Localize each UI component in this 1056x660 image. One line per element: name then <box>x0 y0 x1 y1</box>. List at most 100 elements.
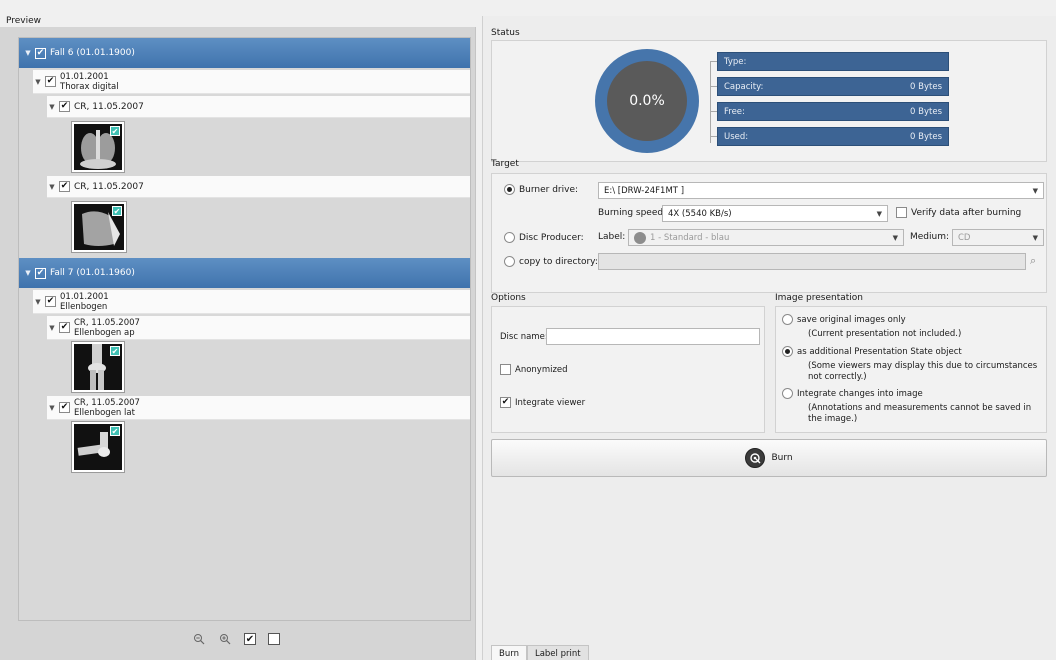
burner-drive-radio[interactable] <box>504 184 515 195</box>
presentation-state-radio[interactable] <box>782 346 793 357</box>
zoom-out-icon[interactable] <box>192 632 206 646</box>
target-title: Target <box>491 159 519 169</box>
verify-option[interactable]: Verify data after burning <box>896 207 1021 218</box>
expand-arrow-icon[interactable]: ▼ <box>23 269 33 277</box>
thumbnail-check-icon[interactable]: ✔ <box>112 206 122 216</box>
xray-thumbnail[interactable]: ✔ <box>71 121 125 173</box>
disc-producer-radio[interactable] <box>504 232 515 243</box>
lateral-chest-xray-image: ✔ <box>74 204 124 250</box>
presentation-option-integrate[interactable]: Integrate changes into image <box>782 388 923 399</box>
expand-arrow-icon[interactable]: ▼ <box>33 78 43 86</box>
study-date: 01.01.2001 <box>60 71 109 82</box>
burner-drive-label: Burner drive: <box>519 184 579 195</box>
case-label: Fall 7 (01.01.1960) <box>50 268 135 278</box>
zoom-in-icon[interactable] <box>218 632 232 646</box>
tree-study-ellenbogen[interactable]: ▼ ✔ 01.01.2001 Ellenbogen <box>33 290 470 314</box>
copy-directory-option[interactable]: copy to directory: <box>504 256 598 267</box>
expand-arrow-icon[interactable]: ▼ <box>47 183 57 191</box>
expand-arrow-icon[interactable]: ▼ <box>47 404 57 412</box>
burning-speed-value: 4X (5540 KB/s) <box>668 208 732 219</box>
integrate-viewer-option[interactable]: ✔ Integrate viewer <box>500 397 585 408</box>
tab-label-print[interactable]: Label print <box>526 645 589 660</box>
chest-xray-image: ✔ <box>74 124 122 170</box>
burning-speed-label: Burning speed: <box>598 208 667 218</box>
expand-arrow-icon[interactable]: ▼ <box>47 103 57 111</box>
burn-disc-icon <box>745 448 766 468</box>
burn-button[interactable]: Burn <box>491 439 1047 477</box>
thumbnail-check-icon[interactable]: ✔ <box>110 426 120 436</box>
xray-thumbnail[interactable]: ✔ <box>71 341 125 393</box>
study-checkbox[interactable]: ✔ <box>45 76 56 87</box>
case-checkbox[interactable]: ✔ <box>35 267 46 279</box>
dropdown-arrow-icon: ▼ <box>892 233 898 242</box>
tree-series-cr-1[interactable]: ▼ ✔ CR, 11.05.2007 <box>47 96 470 118</box>
original-images-note: (Current presentation not included.) <box>808 329 962 339</box>
integrate-viewer-checkbox[interactable]: ✔ <box>500 397 511 408</box>
series-checkbox[interactable]: ✔ <box>59 101 70 112</box>
verify-checkbox[interactable] <box>896 207 907 218</box>
tree-study-thorax[interactable]: ▼ ✔ 01.01.2001 Thorax digital <box>33 70 470 94</box>
tree-case-fall-6[interactable]: ▼ ✔ Fall 6 (01.01.1900) <box>19 38 470 68</box>
tree-series-cr-2[interactable]: ▼ ✔ CR, 11.05.2007 <box>47 176 470 198</box>
label-select[interactable]: 1 - Standard - blau ▼ <box>628 229 904 246</box>
preview-toolbar: ✔ <box>192 632 280 646</box>
preview-panel: ▼ ✔ Fall 6 (01.01.1900) ▼ ✔ 01.01.2001 T… <box>0 27 476 660</box>
status-capacity-value: 0 Bytes <box>910 81 942 92</box>
status-used-label: Used: <box>724 131 749 142</box>
presentation-option-state[interactable]: as additional Presentation State object <box>782 346 962 357</box>
series-checkbox[interactable]: ✔ <box>59 181 70 192</box>
medium-value: CD <box>958 232 971 243</box>
study-checkbox[interactable]: ✔ <box>45 296 56 307</box>
burning-speed-select[interactable]: 4X (5540 KB/s) ▼ <box>662 205 888 222</box>
uncheck-all-icon[interactable] <box>268 633 280 645</box>
thumbnail-check-icon[interactable]: ✔ <box>110 126 120 136</box>
xray-thumbnail[interactable]: ✔ <box>71 421 125 473</box>
tab-burn[interactable]: Burn <box>491 645 527 660</box>
disc-producer-option[interactable]: Disc Producer: <box>504 232 584 243</box>
anonymized-option[interactable]: Anonymized <box>500 364 568 375</box>
anonymized-checkbox[interactable] <box>500 364 511 375</box>
status-capacity: Capacity: 0 Bytes <box>717 77 949 96</box>
copy-directory-label: copy to directory: <box>519 256 598 267</box>
integrate-changes-label: Integrate changes into image <box>797 388 923 399</box>
tree-series-elbow-lat[interactable]: ▼ ✔ CR, 11.05.2007 Ellenbogen lat <box>47 396 470 420</box>
expand-arrow-icon[interactable]: ▼ <box>33 298 43 306</box>
status-used: Used: 0 Bytes <box>717 127 949 146</box>
check-all-icon[interactable]: ✔ <box>244 633 256 645</box>
connector-tick <box>710 136 717 137</box>
tree-case-fall-7[interactable]: ▼ ✔ Fall 7 (01.01.1960) <box>19 258 470 288</box>
image-presentation-group: save original images only (Current prese… <box>775 306 1047 433</box>
connector-tick <box>710 61 717 62</box>
dropdown-arrow-icon: ▼ <box>1032 186 1038 195</box>
series-label: CR, 11.05.2007 <box>74 101 144 112</box>
bottom-tabs: Burn Label print <box>491 645 589 660</box>
burner-drive-select[interactable]: E:\ [DRW-24F1MT ] ▼ <box>598 182 1044 199</box>
browse-folder-icon[interactable]: ⌕ <box>1030 254 1036 268</box>
label-value: 1 - Standard - blau <box>650 232 730 243</box>
copy-directory-radio[interactable] <box>504 256 515 267</box>
case-checkbox[interactable]: ✔ <box>35 47 46 59</box>
disc-name-input[interactable] <box>546 328 760 345</box>
integrate-changes-radio[interactable] <box>782 388 793 399</box>
study-description: Ellenbogen <box>60 301 108 312</box>
tree-series-elbow-ap[interactable]: ▼ ✔ CR, 11.05.2007 Ellenbogen ap <box>47 316 470 340</box>
thumbnail-check-icon[interactable]: ✔ <box>110 346 120 356</box>
copy-directory-field[interactable] <box>598 253 1026 270</box>
presentation-option-original[interactable]: save original images only <box>782 314 906 325</box>
medium-select[interactable]: CD ▼ <box>952 229 1044 246</box>
series-checkbox[interactable]: ✔ <box>59 402 70 413</box>
series-date: CR, 11.05.2007 <box>74 317 140 328</box>
status-free-label: Free: <box>724 106 745 117</box>
original-images-radio[interactable] <box>782 314 793 325</box>
burner-drive-option[interactable]: Burner drive: <box>504 184 578 195</box>
elbow-ap-xray-image: ✔ <box>74 344 122 390</box>
series-checkbox[interactable]: ✔ <box>59 322 70 333</box>
dropdown-arrow-icon: ▼ <box>876 209 882 218</box>
expand-arrow-icon[interactable]: ▼ <box>23 49 33 57</box>
xray-thumbnail[interactable]: ✔ <box>71 201 127 253</box>
status-title: Status <box>491 28 520 38</box>
medium-label: Medium: <box>910 232 950 242</box>
expand-arrow-icon[interactable]: ▼ <box>47 324 57 332</box>
integrate-changes-note: (Annotations and measurements cannot be … <box>808 403 1032 424</box>
status-used-value: 0 Bytes <box>910 131 942 142</box>
